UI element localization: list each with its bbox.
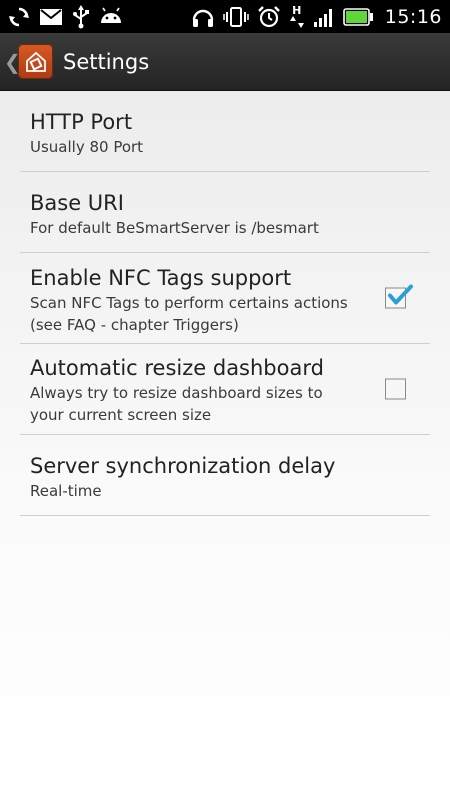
gmail-icon xyxy=(39,8,63,26)
pref-enable-nfc[interactable]: Enable NFC Tags support Scan NFC Tags to… xyxy=(20,253,430,344)
pref-sync-delay[interactable]: Server synchronization delay Real-time xyxy=(20,435,430,516)
pref-title: Server synchronization delay xyxy=(30,454,336,478)
pref-title: Automatic resize dashboard xyxy=(30,356,324,380)
action-bar: ❮ Settings xyxy=(0,33,450,91)
system-icons: H 15:16 xyxy=(191,5,442,29)
pref-auto-resize[interactable]: Automatic resize dashboard Always try to… xyxy=(20,344,430,435)
pref-title: HTTP Port xyxy=(30,110,133,134)
pref-title: Enable NFC Tags support xyxy=(30,266,292,290)
network-type-label: H xyxy=(292,4,302,17)
pref-summary: Always try to resize dashboard sizes to … xyxy=(30,384,323,424)
checkmark-icon xyxy=(388,284,413,305)
status-bar: H 15:16 xyxy=(0,0,450,33)
app-logo-icon xyxy=(18,44,53,79)
clock-time: 15:16 xyxy=(384,5,442,28)
pref-base-uri[interactable]: Base URI For default BeSmartServer is /b… xyxy=(20,172,430,253)
chevron-left-icon: ❮ xyxy=(4,49,21,74)
auto-resize-checkbox[interactable] xyxy=(385,378,406,400)
pref-summary: Scan NFC Tags to perform certains action… xyxy=(30,294,348,334)
android-debug-icon xyxy=(99,7,123,27)
vibrate-icon xyxy=(222,6,249,28)
data-h-icon: H xyxy=(289,5,305,28)
signal-icon xyxy=(313,7,335,27)
notification-icons xyxy=(8,4,123,29)
battery-icon xyxy=(342,7,373,26)
up-navigation[interactable]: ❮ xyxy=(0,33,53,91)
usb-icon xyxy=(72,4,90,29)
nfc-checkbox[interactable] xyxy=(385,284,413,309)
page-title: Settings xyxy=(63,49,150,74)
pref-http-port[interactable]: HTTP Port Usually 80 Port xyxy=(20,92,430,172)
alarm-icon xyxy=(257,5,281,29)
pref-summary: Real-time xyxy=(30,482,102,500)
headset-icon xyxy=(191,6,215,28)
pref-title: Base URI xyxy=(30,191,124,215)
preferences-list: HTTP Port Usually 80 Port Base URI For d… xyxy=(0,92,450,516)
pref-summary: For default BeSmartServer is /besmart xyxy=(30,219,319,237)
pref-summary: Usually 80 Port xyxy=(30,138,144,156)
sync-icon xyxy=(8,6,30,28)
